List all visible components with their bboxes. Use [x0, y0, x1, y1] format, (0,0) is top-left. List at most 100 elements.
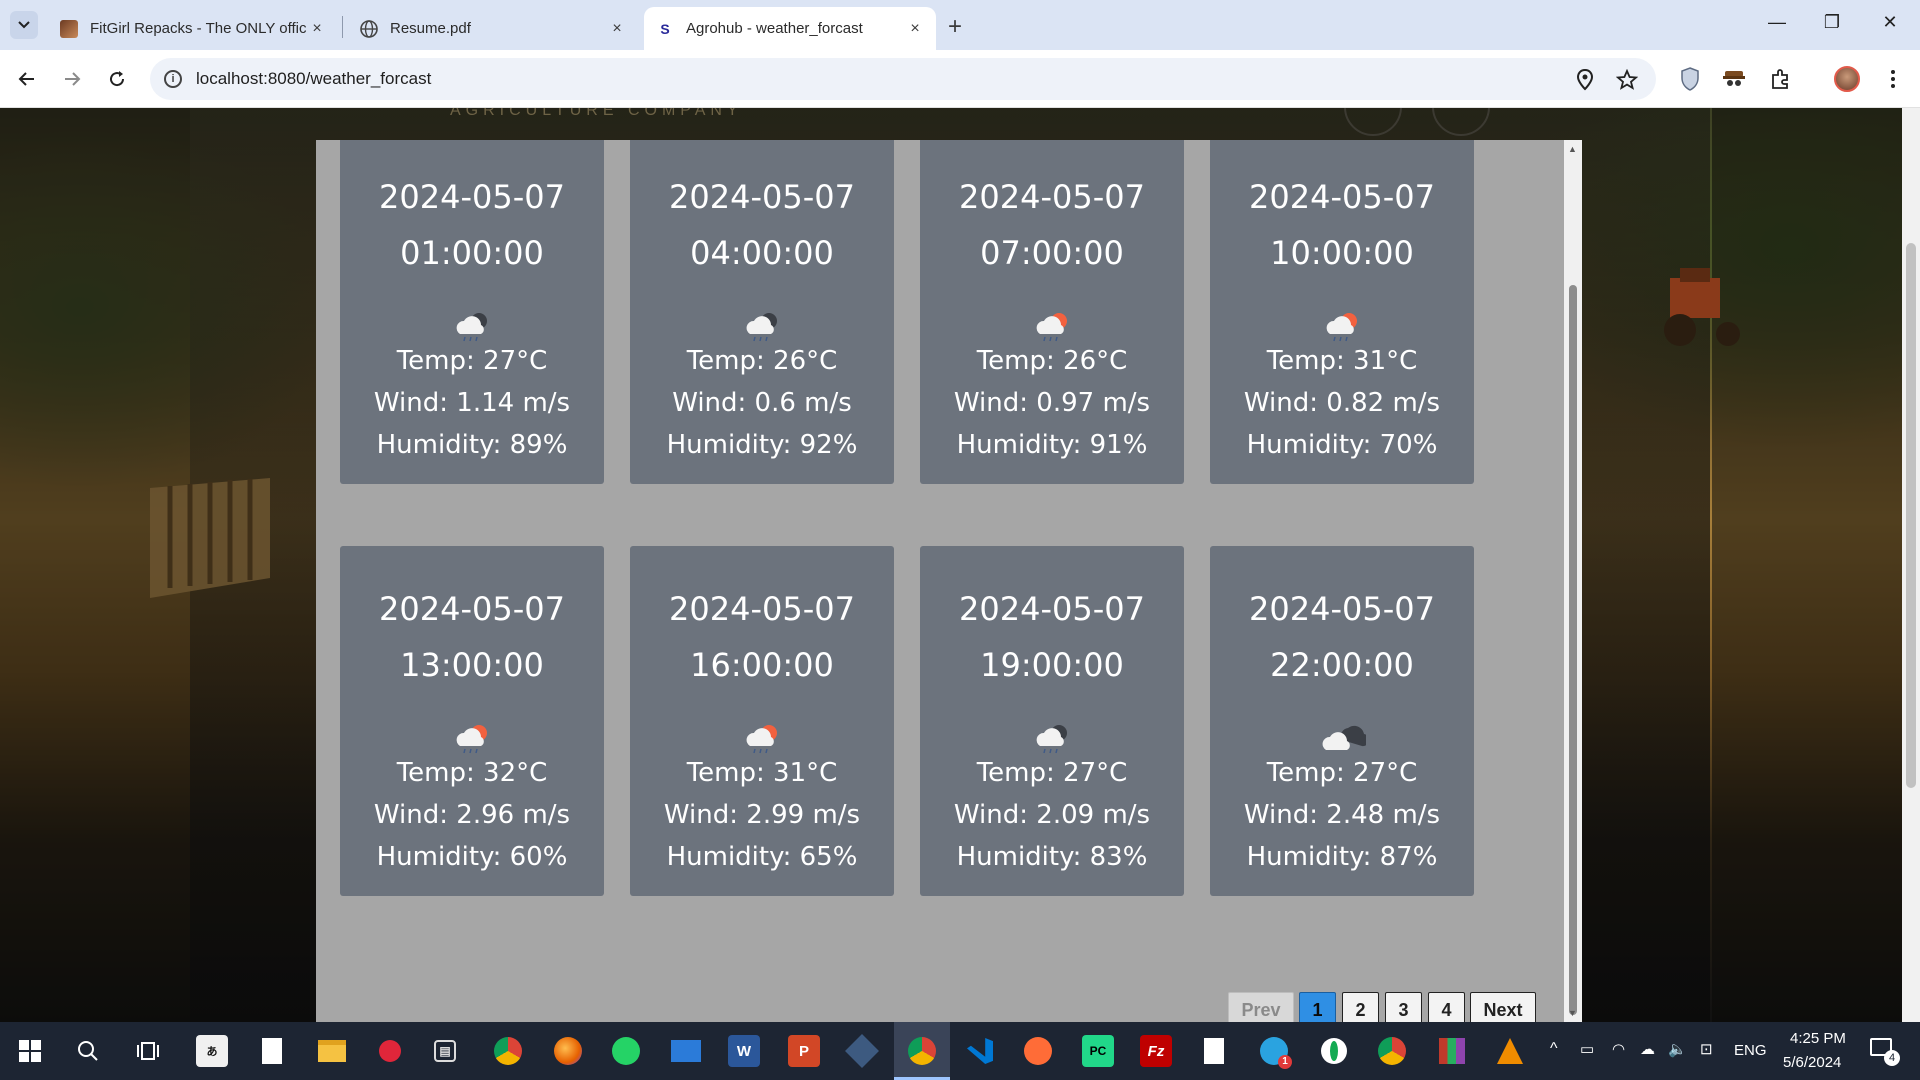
tab-resume[interactable]: Resume.pdf ×: [348, 7, 638, 50]
tab-search-button[interactable]: [10, 11, 38, 39]
puzzle-extensions-icon[interactable]: [1768, 66, 1794, 92]
task-view-icon[interactable]: [132, 1035, 164, 1067]
browser-toolbar: i localhost:8080/weather_forcast: [0, 50, 1920, 108]
next-page-button[interactable]: Next: [1470, 992, 1536, 1022]
virtualbox-icon[interactable]: [845, 1034, 879, 1068]
word-icon[interactable]: W: [728, 1035, 760, 1067]
document-icon[interactable]: [1198, 1035, 1230, 1067]
new-tab-button[interactable]: +: [948, 13, 962, 41]
page-scrollbar-thumb[interactable]: [1906, 243, 1916, 788]
screen-recorder-icon[interactable]: [374, 1035, 406, 1067]
spy-extension-icon[interactable]: [1721, 66, 1747, 92]
language-indicator[interactable]: ENG: [1734, 1042, 1767, 1059]
shield-extension-icon[interactable]: [1677, 66, 1703, 92]
forecast-wind: Wind: 0.82 m/s: [1243, 388, 1441, 418]
mongodb-icon[interactable]: [1318, 1035, 1350, 1067]
forecast-temp: Temp: 26°C: [686, 346, 838, 376]
forecast-time: 19:00:00: [980, 646, 1124, 684]
window-close-button[interactable]: ✕: [1876, 12, 1904, 33]
pycharm-icon[interactable]: PC: [1082, 1035, 1114, 1067]
notepad-icon[interactable]: [256, 1035, 288, 1067]
forecast-time: 07:00:00: [980, 234, 1124, 272]
forecast-time: 22:00:00: [1270, 646, 1414, 684]
winrar-icon[interactable]: [1436, 1035, 1468, 1067]
tab-title: Agrohub - weather_forcast: [686, 20, 863, 37]
prev-page-button[interactable]: Prev: [1228, 992, 1294, 1022]
forecast-date: 2024-05-07: [379, 178, 565, 216]
forecast-card: 2024-05-07 07:00:00 Temp: 26°C Wind: 0.97 m…: [920, 140, 1184, 484]
tab-fitgirl[interactable]: FitGirl Repacks - The ONLY offic ×: [48, 7, 338, 50]
battery-saver-icon[interactable]: ⊡: [1700, 1040, 1713, 1058]
chrome-profile-icon[interactable]: [906, 1035, 938, 1067]
whatsapp-icon[interactable]: [610, 1035, 642, 1067]
url-text[interactable]: localhost:8080/weather_forcast: [196, 69, 431, 89]
notification-center-icon[interactable]: 4: [1870, 1038, 1900, 1066]
page-4-button[interactable]: 4: [1428, 992, 1465, 1022]
day-rain-icon: [742, 722, 782, 754]
mail-icon[interactable]: [670, 1035, 702, 1067]
forecast-card: 2024-05-07 10:00:00 Temp: 31°C Wind: 0.82 m…: [1210, 140, 1474, 484]
forecast-wind: Wind: 2.48 m/s: [1243, 800, 1441, 830]
arrow-right-icon: [65, 72, 81, 86]
page-1-button[interactable]: 1: [1299, 992, 1336, 1022]
clock-time[interactable]: 4:25 PM: [1790, 1030, 1846, 1047]
site-info-icon[interactable]: i: [164, 70, 182, 88]
file-explorer-icon[interactable]: [316, 1035, 348, 1067]
reload-button[interactable]: [102, 64, 132, 94]
telegram-icon[interactable]: 1: [1258, 1035, 1292, 1069]
calculator-icon[interactable]: ▤: [434, 1040, 456, 1062]
forecast-time: 10:00:00: [1270, 234, 1414, 272]
forward-button[interactable]: [57, 64, 87, 94]
arrow-left-icon: [18, 72, 34, 86]
bookmark-star-icon[interactable]: [1616, 69, 1638, 91]
minimize-button[interactable]: —: [1763, 12, 1791, 33]
tab-title: FitGirl Repacks - The ONLY offic: [90, 20, 307, 37]
restore-button[interactable]: ❐: [1818, 12, 1846, 33]
firefox-icon[interactable]: [552, 1035, 584, 1067]
background-photo-right: [1712, 108, 1902, 1022]
address-bar[interactable]: i localhost:8080/weather_forcast: [150, 58, 1656, 100]
forecast-humidity: Humidity: 89%: [376, 430, 568, 460]
close-icon[interactable]: ×: [308, 20, 326, 38]
panel-scrollbar-thumb[interactable]: [1569, 285, 1577, 1015]
vlc-icon[interactable]: [1494, 1035, 1526, 1067]
filezilla-icon[interactable]: Fz: [1140, 1035, 1172, 1067]
forecast-time: 04:00:00: [690, 234, 834, 272]
forecast-temp: Temp: 31°C: [686, 758, 838, 788]
tab-title: Resume.pdf: [390, 20, 471, 37]
postman-icon[interactable]: [1022, 1035, 1054, 1067]
input-method-icon[interactable]: あ: [196, 1035, 228, 1067]
forecast-date: 2024-05-07: [959, 590, 1145, 628]
panel-scrollbar[interactable]: ▲ ▼: [1564, 140, 1582, 1022]
page-2-button[interactable]: 2: [1342, 992, 1379, 1022]
menu-kebab-icon[interactable]: [1880, 66, 1906, 92]
close-icon[interactable]: ×: [608, 20, 626, 38]
page-scrollbar[interactable]: [1902, 108, 1920, 1022]
close-icon[interactable]: ×: [906, 20, 924, 38]
back-button[interactable]: [12, 64, 42, 94]
scroll-up-icon[interactable]: ▲: [1568, 144, 1577, 154]
location-pin-icon[interactable]: [1574, 69, 1596, 91]
wifi-icon[interactable]: ◠: [1612, 1040, 1625, 1058]
hay-bale-illustration: [150, 478, 270, 598]
volume-icon[interactable]: 🔈: [1668, 1040, 1687, 1058]
profile-avatar[interactable]: [1834, 66, 1860, 92]
page-3-button[interactable]: 3: [1385, 992, 1422, 1022]
powerpoint-icon[interactable]: P: [788, 1035, 820, 1067]
battery-icon[interactable]: ▭: [1580, 1040, 1594, 1058]
forecast-humidity: Humidity: 70%: [1246, 430, 1438, 460]
clock-date[interactable]: 5/6/2024: [1783, 1054, 1841, 1071]
chrome-icon[interactable]: [492, 1035, 524, 1067]
vscode-icon[interactable]: [964, 1035, 996, 1067]
windows-start-icon[interactable]: [14, 1035, 46, 1067]
tray-overflow-icon[interactable]: ^: [1550, 1040, 1558, 1058]
day-rain-icon: [452, 722, 492, 754]
forecast-temp: Temp: 27°C: [976, 758, 1128, 788]
onedrive-icon[interactable]: ☁: [1640, 1040, 1655, 1058]
search-icon[interactable]: [72, 1035, 104, 1067]
browser-tab-bar: FitGirl Repacks - The ONLY offic × Resum…: [0, 0, 1920, 50]
tab-agrohub[interactable]: S Agrohub - weather_forcast ×: [644, 7, 936, 50]
chrome-secondary-icon[interactable]: [1376, 1035, 1408, 1067]
forecast-date: 2024-05-07: [669, 590, 855, 628]
scroll-down-icon[interactable]: ▼: [1568, 1008, 1577, 1018]
